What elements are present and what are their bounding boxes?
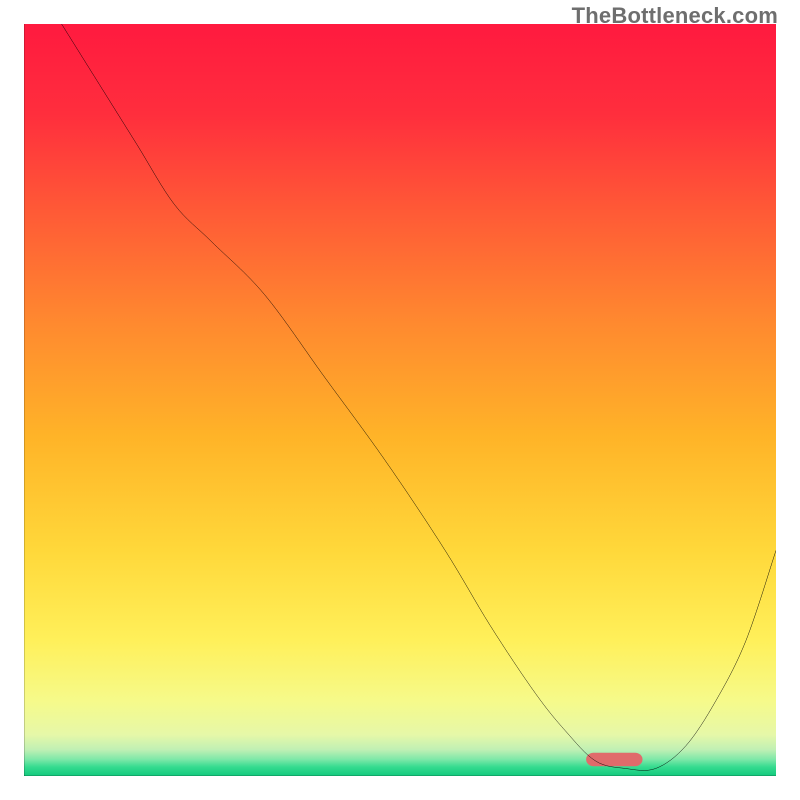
curve-overlay <box>24 24 776 776</box>
chart-frame: TheBottleneck.com <box>0 0 800 800</box>
bottleneck-curve <box>62 24 776 770</box>
plot-area <box>24 24 776 776</box>
bottleneck-marker <box>586 753 642 767</box>
